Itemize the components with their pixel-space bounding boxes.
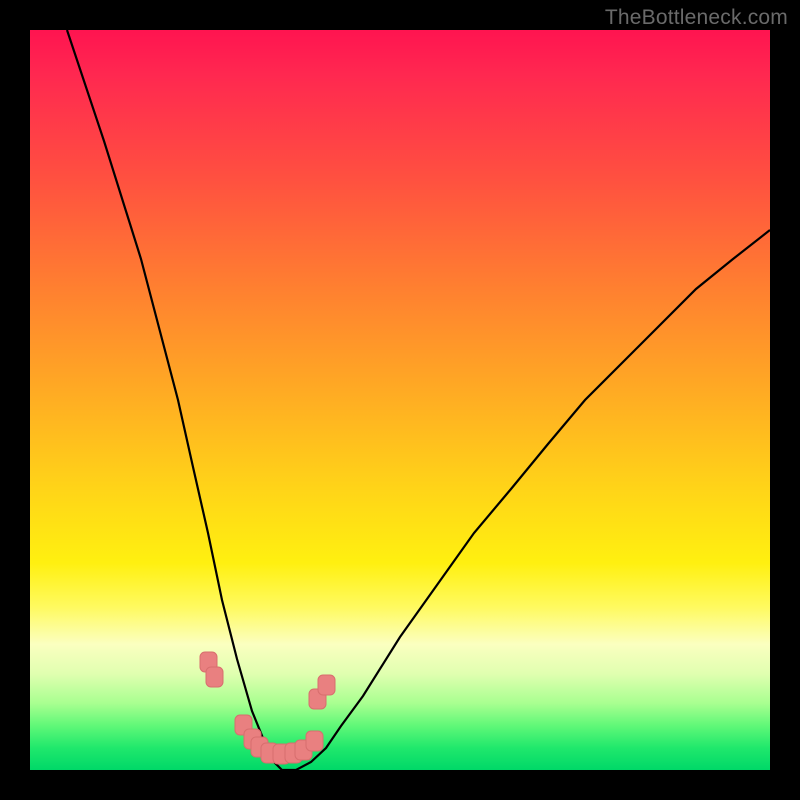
marker-point (206, 667, 223, 687)
marker-group (200, 652, 335, 764)
bottleneck-curve-path (67, 30, 770, 770)
marker-point (306, 731, 323, 751)
chart-svg (30, 30, 770, 770)
watermark-text: TheBottleneck.com (605, 6, 788, 30)
marker-point (318, 675, 335, 695)
plot-area (30, 30, 770, 770)
outer-frame: TheBottleneck.com (0, 0, 800, 800)
